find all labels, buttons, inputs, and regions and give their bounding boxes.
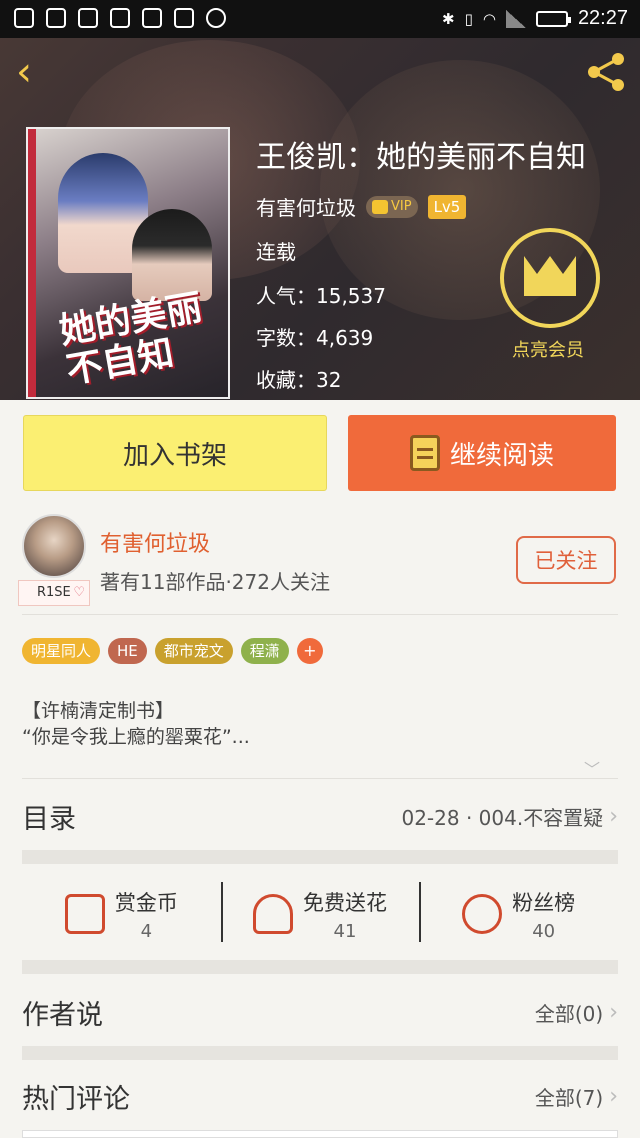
stats-bar: 赏金币 4 免费送花 41 粉丝榜 40 bbox=[22, 874, 618, 954]
book-cover[interactable]: 她的美丽不自知 bbox=[26, 127, 230, 399]
stat-value: 40 bbox=[532, 920, 556, 942]
catalog-row[interactable]: 目录 02-28 · 004.不容置疑 › bbox=[22, 786, 618, 846]
status-bar: ✱ ▯ ◠ 22:27 bbox=[0, 0, 640, 38]
stat-value: 4 bbox=[140, 920, 153, 942]
section-separator bbox=[22, 1046, 618, 1060]
section-separator bbox=[22, 960, 618, 974]
clock: 22:27 bbox=[577, 7, 628, 29]
wifi-icon: ◠ bbox=[482, 9, 496, 28]
book-status: 连载 bbox=[256, 240, 296, 264]
author-name[interactable]: 有害何垃圾 bbox=[100, 526, 210, 558]
stat-label: 粉丝榜 bbox=[512, 890, 576, 915]
tag-list: 明星同人 HE 都市宠文 程潇 + bbox=[22, 638, 323, 664]
cover-title-art: 她的美丽不自知 bbox=[56, 286, 206, 392]
add-to-shelf-button[interactable]: 加入书架 bbox=[23, 415, 327, 491]
book-icon bbox=[409, 435, 440, 471]
medal-icon bbox=[462, 894, 503, 934]
share-up-icon bbox=[174, 8, 194, 28]
follow-button[interactable]: 已关注 bbox=[516, 536, 616, 584]
fan-ranking-item[interactable]: 粉丝榜 40 bbox=[419, 874, 618, 954]
member-label[interactable]: 点亮会员 bbox=[512, 336, 584, 362]
stat-value: 41 bbox=[333, 920, 357, 942]
add-tag-button[interactable]: + bbox=[296, 638, 323, 664]
vip-badge: VIP bbox=[366, 195, 418, 218]
expand-chevron-icon[interactable]: ﹀ bbox=[584, 756, 600, 780]
crown-icon bbox=[524, 256, 576, 296]
section-separator bbox=[22, 850, 618, 864]
author-avatar[interactable] bbox=[22, 514, 86, 578]
book-header: ✱ ▯ ◠ 22:27 ‹ 她的美丽不自知 王俊凯：她的美丽不自知 有害何垃圾 … bbox=[0, 0, 640, 400]
member-crown-button[interactable] bbox=[500, 228, 600, 328]
send-flowers-item[interactable]: 免费送花 41 bbox=[220, 874, 420, 954]
reward-coins-item[interactable]: 赏金币 4 bbox=[22, 874, 221, 954]
notification-icons bbox=[14, 8, 226, 28]
shield-icon bbox=[110, 8, 130, 28]
divider bbox=[22, 778, 618, 779]
continue-reading-button[interactable]: 继续阅读 bbox=[348, 415, 616, 491]
red-envelope-icon bbox=[64, 894, 105, 934]
chevron-right-icon: › bbox=[609, 999, 618, 1025]
tag-item[interactable]: HE bbox=[108, 638, 147, 664]
signal-icon bbox=[505, 9, 526, 28]
book-title: 王俊凯：她的美丽不自知 bbox=[256, 140, 586, 175]
author-says-row[interactable]: 作者说 全部(0) › bbox=[22, 982, 618, 1042]
tag-item[interactable]: 都市宠文 bbox=[154, 638, 233, 664]
avatar-frame-tag: R1SE bbox=[18, 580, 90, 606]
hot-comments-label: 热门评论 bbox=[22, 1083, 130, 1115]
book-author[interactable]: 有害何垃圾 bbox=[256, 192, 356, 221]
description-line: “你是令我上瘾的罂粟花”... bbox=[22, 726, 250, 748]
crown-small-icon bbox=[372, 199, 388, 214]
author-says-label: 作者说 bbox=[22, 999, 103, 1031]
chevron-right-icon: › bbox=[609, 803, 618, 829]
flower-icon bbox=[253, 894, 293, 934]
continue-reading-label: 继续阅读 bbox=[449, 440, 554, 471]
back-chevron-icon[interactable]: ‹ bbox=[16, 52, 56, 92]
image-icon bbox=[142, 8, 162, 28]
author-meta: 著有11部作品·272人关注 bbox=[100, 570, 330, 594]
catalog-label: 目录 bbox=[22, 803, 76, 835]
stat-label: 免费送花 bbox=[303, 890, 387, 915]
system-icons: ✱ ▯ ◠ 22:27 bbox=[442, 7, 628, 30]
battery-icon bbox=[535, 10, 571, 27]
qq-icon bbox=[14, 8, 34, 28]
more-icon bbox=[206, 8, 226, 28]
book-word-count: 字数：4,639 bbox=[256, 326, 374, 350]
book-popularity: 人气：15,537 bbox=[256, 284, 386, 308]
book-favorites: 收藏：32 bbox=[256, 368, 342, 392]
tag-item[interactable]: 程潇 bbox=[240, 638, 289, 664]
book-author-line: 有害何垃圾 VIP Lv5 bbox=[256, 192, 467, 221]
chevron-right-icon: › bbox=[609, 1083, 618, 1109]
stat-label: 赏金币 bbox=[114, 890, 178, 915]
divider bbox=[22, 614, 618, 615]
description-line: 【许楠清定制书】 bbox=[22, 700, 175, 722]
hot-comments-row[interactable]: 热门评论 全部(7) › bbox=[22, 1066, 618, 1126]
share-icon[interactable] bbox=[584, 50, 628, 94]
level-badge: Lv5 bbox=[427, 194, 467, 219]
no-sim-icon: ▯ bbox=[464, 9, 473, 28]
author-says-count: 全部(0) bbox=[534, 1001, 604, 1026]
book-description[interactable]: 【许楠清定制书】 “你是令我上瘾的罂粟花”... bbox=[22, 698, 250, 750]
latest-chapter: 02-28 · 004.不容置疑 bbox=[401, 805, 604, 830]
upload-icon bbox=[46, 8, 66, 28]
tag-item[interactable]: 明星同人 bbox=[22, 638, 101, 664]
hot-comments-count: 全部(7) bbox=[534, 1085, 604, 1110]
bluetooth-icon: ✱ bbox=[442, 9, 455, 28]
trash-icon bbox=[78, 8, 98, 28]
comment-card bbox=[22, 1130, 618, 1138]
